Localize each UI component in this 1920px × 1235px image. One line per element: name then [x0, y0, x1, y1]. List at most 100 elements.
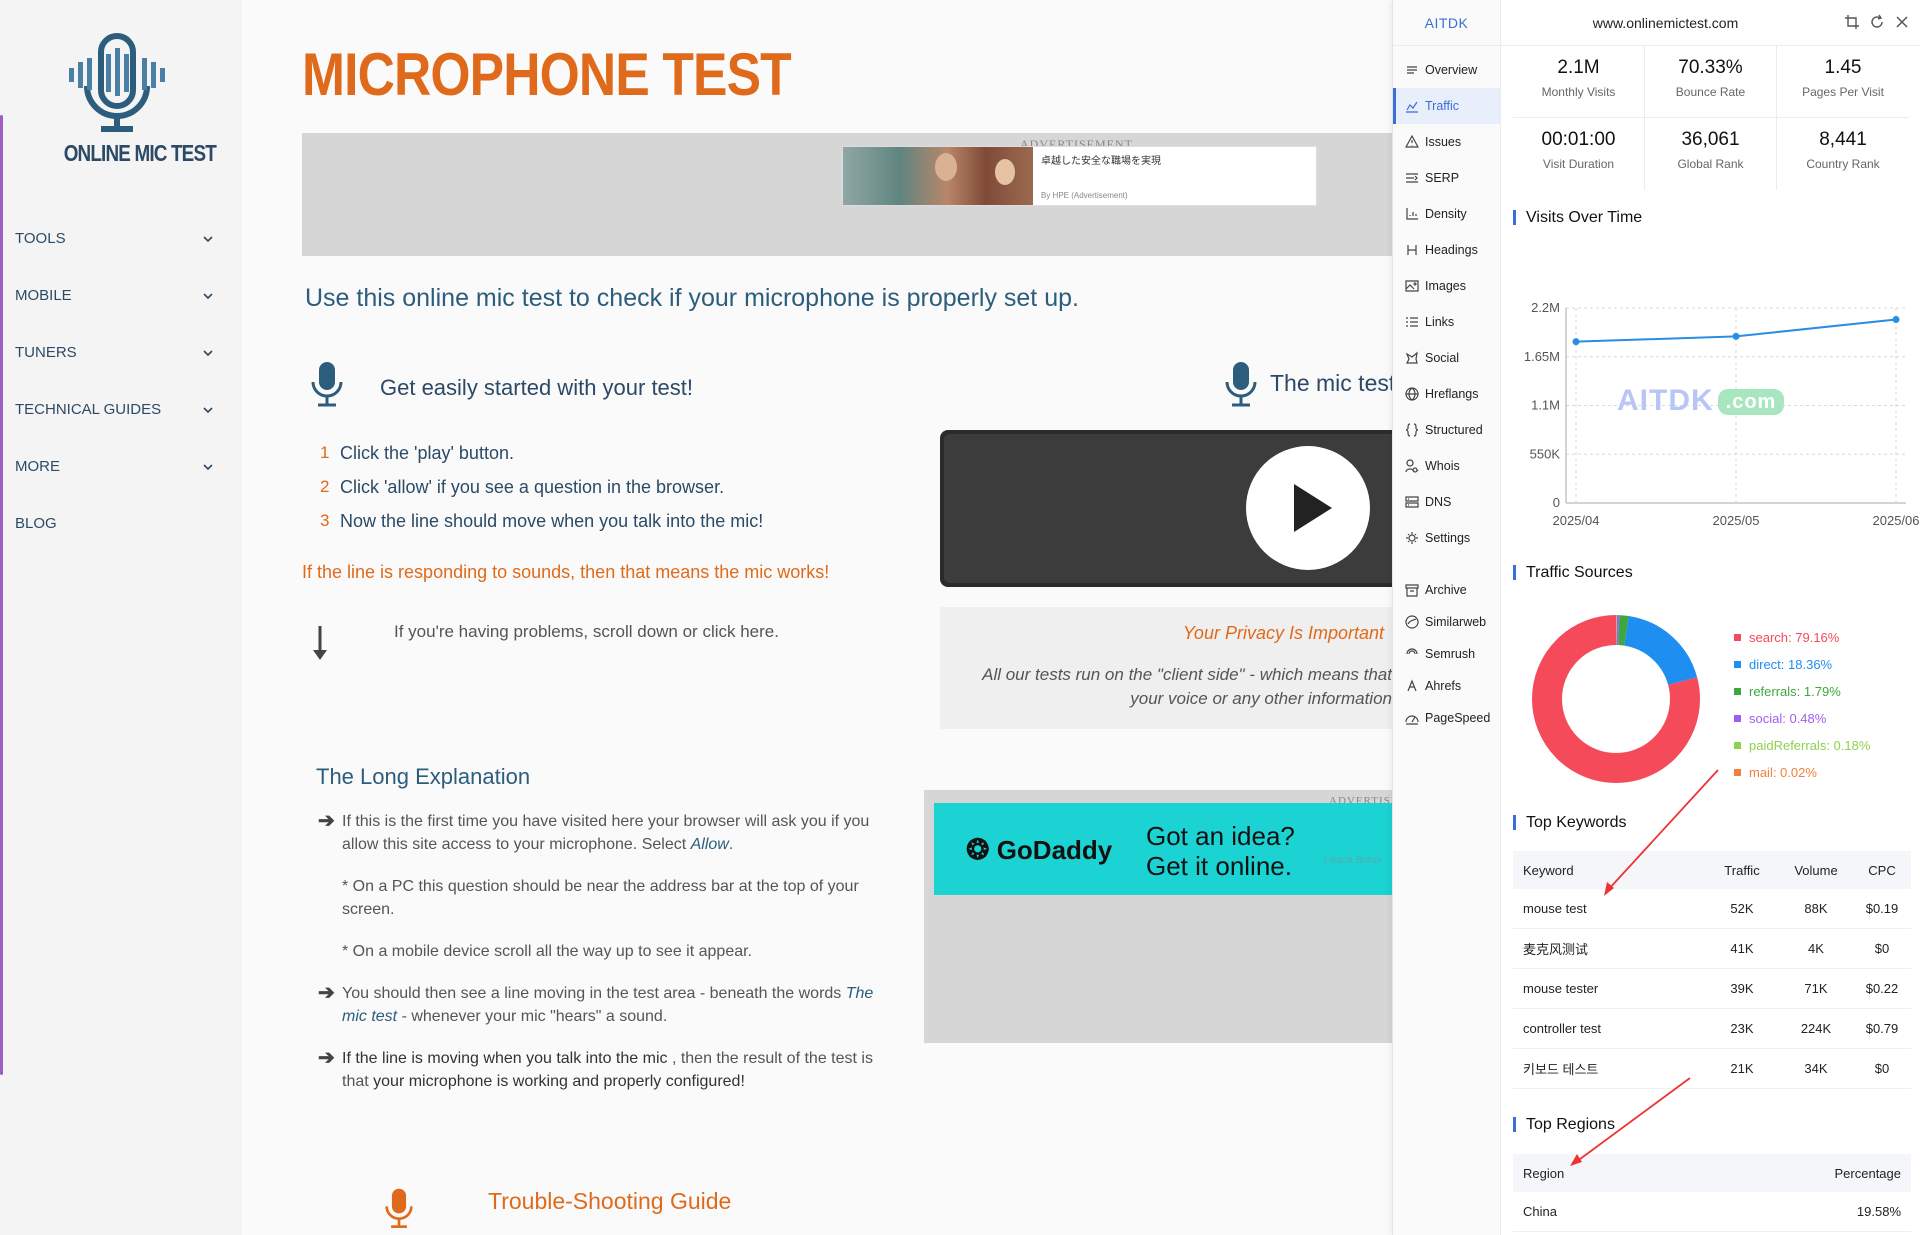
site-nav-item-technical-guides[interactable]: TECHNICAL GUIDES [0, 381, 230, 438]
table-row[interactable]: 麦克风测试 41K 4K $0 [1513, 929, 1911, 969]
aitdk-ext-similarweb[interactable]: Similarweb [1393, 606, 1500, 638]
aitdk-nav-hreflangs[interactable]: Hreflangs [1393, 376, 1500, 412]
explanation-list: ➔ If this is the first time you have vis… [318, 810, 888, 1112]
legend-item-search[interactable]: search: 79.16% [1734, 624, 1870, 651]
ad-banner-godaddy[interactable]: ❂ GoDaddy Got an idea? Get it online. Li… [934, 803, 1392, 895]
page-title: MICROPHONE TEST [302, 41, 792, 108]
table-row[interactable]: 키보드 테스트 21K 34K $0 [1513, 1049, 1911, 1089]
chevron-down-icon [203, 292, 213, 299]
aitdk-nav-label: Structured [1425, 423, 1483, 437]
table-cell: 39K [1730, 981, 1754, 996]
chevron-down-icon [203, 349, 213, 356]
site-nav-label: TUNERS [15, 344, 77, 361]
troubleshooting-heading[interactable]: Trouble-Shooting Guide [488, 1188, 731, 1215]
site-nav-label: TECHNICAL GUIDES [15, 401, 162, 418]
site-logo[interactable]: ONLINE MIC TEST [52, 32, 217, 172]
table-row[interactable]: mouse tester 39K 71K $0.22 [1513, 969, 1911, 1009]
serp-icon [1406, 173, 1418, 183]
y-tick-label: 1.1M [1531, 398, 1560, 413]
x-tick-label: 2025/04 [1553, 513, 1600, 528]
table-row[interactable]: China 19.58% [1513, 1192, 1911, 1232]
aitdk-ext-label: Similarweb [1425, 615, 1487, 629]
density-icon [1406, 208, 1418, 220]
legend-item-referrals[interactable]: referrals: 1.79% [1734, 678, 1870, 705]
aitdk-ext-label: PageSpeed [1425, 711, 1491, 725]
legend-label: referrals: 1.79% [1749, 684, 1841, 699]
visits-title: Visits Over Time [1513, 210, 1642, 226]
aitdk-nav-overview[interactable]: Overview [1393, 52, 1500, 88]
site-nav-item-tools[interactable]: TOOLS [0, 210, 230, 267]
site-nav-label: BLOG [15, 515, 57, 532]
problems-link[interactable]: If you're having problems, scroll down o… [394, 622, 779, 642]
aitdk-nav-whois[interactable]: Whois [1393, 448, 1500, 484]
close-icon[interactable] [1894, 14, 1910, 30]
responding-text: If the line is responding to sounds, the… [302, 562, 830, 582]
table-cell: 88K [1804, 901, 1828, 916]
aitdk-ext-ahrefs[interactable]: Ahrefs [1393, 670, 1500, 702]
godaddy-icon: ❂ [966, 834, 990, 865]
aitdk-ext-pagespeed[interactable]: PageSpeed [1393, 702, 1500, 734]
table-cell: 21K [1730, 1061, 1754, 1076]
aitdk-ext-semrush[interactable]: Semrush [1393, 638, 1500, 670]
site-sidebar: ONLINE MIC TEST TOOLS MOBILE TUNERS TECHNIC… [0, 0, 242, 1235]
table-header: Keyword Traffic Volume CPC [1513, 851, 1911, 889]
aitdk-nav-structured[interactable]: Structured [1393, 412, 1500, 448]
stat-label: Visit Duration [1542, 157, 1615, 171]
table-cell: 34K [1804, 1061, 1828, 1076]
aitdk-brand[interactable]: AITDK [1393, 0, 1500, 46]
table-row[interactable]: mouse test 52K 88K $0.19 [1513, 889, 1911, 929]
legend-swatch [1734, 661, 1741, 668]
table-cell: 麦克风测试 [1523, 942, 1589, 957]
aitdk-panel: AITDK Overview Traffic Issues SERP Density He… [1392, 0, 1920, 1235]
site-nav-item-more[interactable]: MORE [0, 438, 230, 495]
aitdk-nav-links[interactable]: Links [1393, 304, 1500, 340]
stat-label: Pages Per Visit [1802, 85, 1884, 99]
site-nav-item-blog[interactable]: BLOG [0, 495, 230, 552]
legend-item-paidReferrals[interactable]: paidReferrals: 0.18% [1734, 732, 1870, 759]
stat-card: 00:01:00 Visit Duration [1513, 118, 1645, 190]
aitdk-nav-issues[interactable]: Issues [1393, 124, 1500, 160]
data-point [1572, 338, 1580, 346]
aitdk-nav-social[interactable]: Social [1393, 340, 1500, 376]
aitdk-nav-serp[interactable]: SERP [1393, 160, 1500, 196]
aitdk-nav-label: SERP [1425, 171, 1460, 185]
microphone-icon [1225, 362, 1257, 407]
aitdk-nav-dns[interactable]: DNS [1393, 484, 1500, 520]
y-tick-label: 0 [1553, 495, 1560, 510]
crop-icon[interactable] [1844, 14, 1860, 30]
subtitle: Use this online mic test to check if you… [305, 284, 1079, 312]
explanation-note: * On a mobile device scroll all the way … [342, 943, 752, 960]
long-explanation-heading: The Long Explanation [316, 764, 531, 789]
legend-item-social[interactable]: social: 0.48% [1734, 705, 1870, 732]
refresh-icon[interactable] [1869, 14, 1885, 30]
site-nav-item-tuners[interactable]: TUNERS [0, 324, 230, 381]
table-cell: mouse test [1523, 901, 1587, 916]
legend-label: mail: 0.02% [1749, 765, 1817, 780]
table-row[interactable]: controller test 23K 224K $0.79 [1513, 1009, 1911, 1049]
aitdk-ext-archive[interactable]: Archive [1393, 574, 1500, 606]
aitdk-nav-density[interactable]: Density [1393, 196, 1500, 232]
privacy-title: Your Privacy Is Important [1182, 623, 1384, 643]
table-cell: $0.79 [1865, 1021, 1899, 1036]
aitdk-nav-headings[interactable]: Headings [1393, 232, 1500, 268]
ad-photo [843, 147, 1033, 205]
step-item: 1 Click the 'play' button. [320, 442, 514, 463]
aitdk-nav-traffic[interactable]: Traffic [1393, 88, 1500, 124]
site-nav-item-mobile[interactable]: MOBILE [0, 267, 230, 324]
stat-card: 8,441 Country Rank [1777, 118, 1909, 190]
legend-item-direct[interactable]: direct: 18.36% [1734, 651, 1870, 678]
table-cell: $0 [1874, 1061, 1890, 1076]
legend-item-mail[interactable]: mail: 0.02% [1734, 759, 1870, 786]
regions-title: Top Regions [1513, 1117, 1615, 1133]
play-button[interactable] [1246, 446, 1370, 570]
aitdk-ext-label: Ahrefs [1425, 679, 1462, 693]
x-tick-label: 2025/05 [1713, 513, 1760, 528]
aitdk-nav-settings[interactable]: Settings [1393, 520, 1500, 556]
aitdk-nav-images[interactable]: Images [1393, 268, 1500, 304]
step-item: 2 Click 'allow' if you see a question in … [320, 476, 725, 497]
arrow-right-icon: ➔ [318, 982, 335, 1004]
traffic-sources-legend: search: 79.16% direct: 18.36% referrals: 1… [1734, 624, 1870, 786]
microphone-icon [311, 362, 343, 407]
ad-banner-hpe[interactable]: 卓越した安全な職場を実現 By HPE (Advertisement) [842, 146, 1317, 206]
logo-text: ONLINE MIC TEST [63, 140, 217, 166]
